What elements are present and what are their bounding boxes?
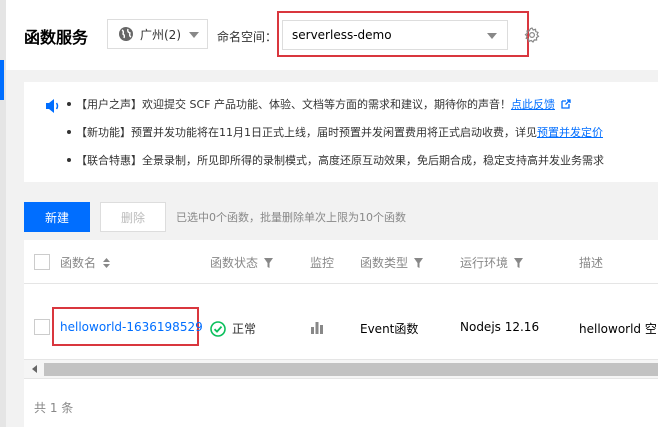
page-title: 函数服务 [24,28,89,47]
monitor-cell [310,320,324,334]
scrollbar-thumb[interactable] [44,363,658,376]
total-count: 共 1 条 [34,401,74,415]
notice-item: 【联合特惠】全景录制，所见即所得的录制模式，高度还原互动效果，免后期合成，稳定支… [67,152,604,168]
new-function-button[interactable]: 新建 [24,202,90,232]
column-header-description: 描述 [579,256,604,270]
function-name-link[interactable]: helloworld-1636198529 [60,320,203,334]
column-header-type[interactable]: 函数类型 [360,254,424,271]
chevron-down-icon [189,32,199,38]
external-link-icon [561,99,572,109]
function-type-cell: Event函数 [360,322,419,336]
column-header-name[interactable]: 函数名 [60,254,111,271]
notice-item: 【新功能】预置并发功能将在11月1日正式上线，届时预置并发闲置费用将正式启动收费… [67,124,603,140]
region-label: 广州(2) [140,27,181,42]
gear-icon[interactable] [524,27,540,43]
scroll-left-arrow-icon[interactable] [32,365,37,373]
function-name-cell: helloworld-1636198529 [60,320,203,334]
pricing-link[interactable]: 预置并发定价 [537,126,603,139]
globe-icon [119,27,133,41]
check-circle-icon [210,320,226,337]
notice-text: 【用户之声】欢迎提交 SCF 产品功能、体验、文档等方面的需求和建议，期待你的声… [76,98,511,111]
notice-item: 【用户之声】欢迎提交 SCF 产品功能、体验、文档等方面的需求和建议，期待你的声… [66,96,572,112]
select-all-checkbox[interactable] [34,254,50,270]
speaker-icon [46,99,59,113]
function-status-cell: 正常 [210,320,256,337]
notice-text: 【新功能】预置并发功能将在11月1日正式上线，届时预置并发闲置费用将正式启动收费… [76,126,537,139]
status-text: 正常 [232,322,257,336]
table-header: 函数名 函数状态 监控 函数类型 运行环境 描述 [24,240,658,284]
namespace-value: serverless-demo [292,28,392,42]
row-checkbox[interactable] [34,319,50,335]
filter-icon [264,257,274,268]
delete-button[interactable]: 删除 [100,202,166,232]
function-table: 函数名 函数状态 监控 函数类型 运行环境 描述 helloworld-1636… [24,240,658,427]
chevron-down-icon [487,33,497,39]
runtime-cell: Nodejs 12.16 [460,320,540,334]
filter-icon [514,257,524,268]
feedback-link[interactable]: 点此反馈 [511,98,555,111]
namespace-select[interactable]: serverless-demo [282,20,508,50]
namespace-label: 命名空间： [217,30,278,44]
notice-text: 【联合特惠】全景录制，所见即所得的录制模式，高度还原互动效果，免后期合成，稳定支… [76,154,604,167]
notice-panel: 【用户之声】欢迎提交 SCF 产品功能、体验、文档等方面的需求和建议，期待你的声… [24,82,658,182]
description-cell: helloworld 空白模板函数 [579,322,658,336]
sort-icon [103,257,111,268]
selection-hint: 已选中0个函数，批量删除单次上限为10个函数 [176,211,406,224]
page-header: 函数服务 广州(2) 命名空间： serverless-demo [6,0,658,70]
horizontal-scrollbar[interactable] [24,359,658,379]
bar-chart-icon[interactable] [310,320,324,334]
filter-icon [414,257,424,268]
column-header-status[interactable]: 函数状态 [210,254,274,271]
nav-active-indicator [0,60,4,100]
column-header-monitor: 监控 [310,256,335,270]
column-header-runtime[interactable]: 运行环境 [460,254,524,271]
region-select[interactable]: 广州(2) [107,19,208,49]
